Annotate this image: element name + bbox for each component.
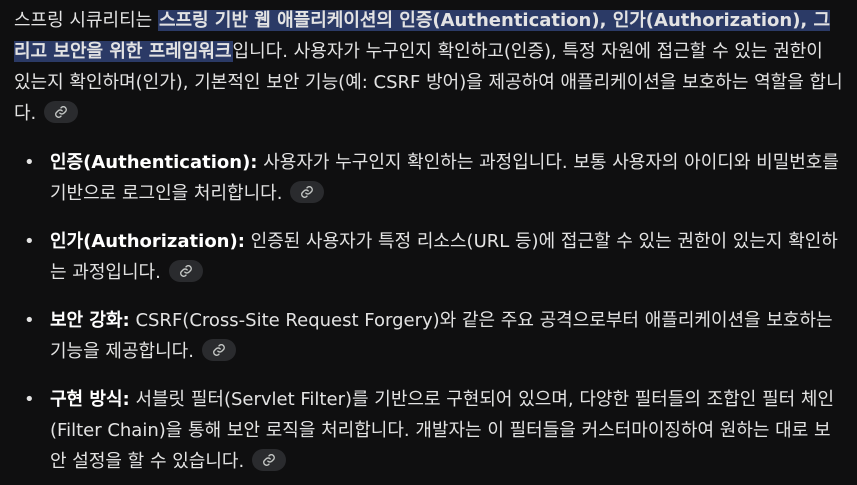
list-item: • 보안 강화: CSRF(Cross-Site Request Forgery)… [14, 305, 844, 367]
bullet: • [24, 231, 35, 252]
list-item: • 인증(Authentication): 사용자가 누구인지 확인하는 과정입니… [14, 147, 844, 209]
intro-paragraph: 스프링 시큐리티는 스프링 기반 웹 애플리케이션의 인증(Authentica… [14, 5, 844, 129]
link-icon [55, 106, 68, 118]
intro-lead: 스프링 시큐리티는 [14, 10, 158, 31]
source-link-button[interactable] [290, 181, 325, 203]
list-item-term: 인가(Authorization): [50, 231, 245, 252]
link-icon [213, 344, 225, 356]
source-link-button[interactable] [168, 260, 203, 282]
list-item-text: CSRF(Cross-Site Request Forgery)와 같은 주요 … [50, 310, 833, 362]
list-item-term: 구현 방식: [50, 389, 130, 410]
list-item-term: 보안 강화: [50, 310, 130, 331]
list-item-text: 서블릿 필터(Servlet Filter)를 기반으로 구현되어 있으며, 다… [50, 389, 835, 472]
source-link-button[interactable] [252, 449, 287, 471]
list-item: • 인가(Authorization): 인증된 사용자가 특정 리소스(URL … [14, 226, 844, 288]
feature-list: • 인증(Authentication): 사용자가 누구인지 확인하는 과정입니… [14, 147, 844, 477]
link-icon [263, 454, 276, 466]
bullet: • [24, 389, 35, 410]
bullet: • [24, 310, 35, 331]
source-link-button[interactable] [201, 339, 236, 361]
list-item: • 구현 방식: 서블릿 필터(Servlet Filter)를 기반으로 구현되… [14, 384, 844, 477]
bullet: • [24, 152, 35, 173]
link-icon [301, 186, 314, 198]
source-link-button[interactable] [44, 101, 79, 123]
list-item-term: 인증(Authentication): [50, 152, 258, 173]
response-content: 스프링 시큐리티는 스프링 기반 웹 애플리케이션의 인증(Authentica… [14, 5, 844, 485]
link-icon [179, 265, 192, 277]
